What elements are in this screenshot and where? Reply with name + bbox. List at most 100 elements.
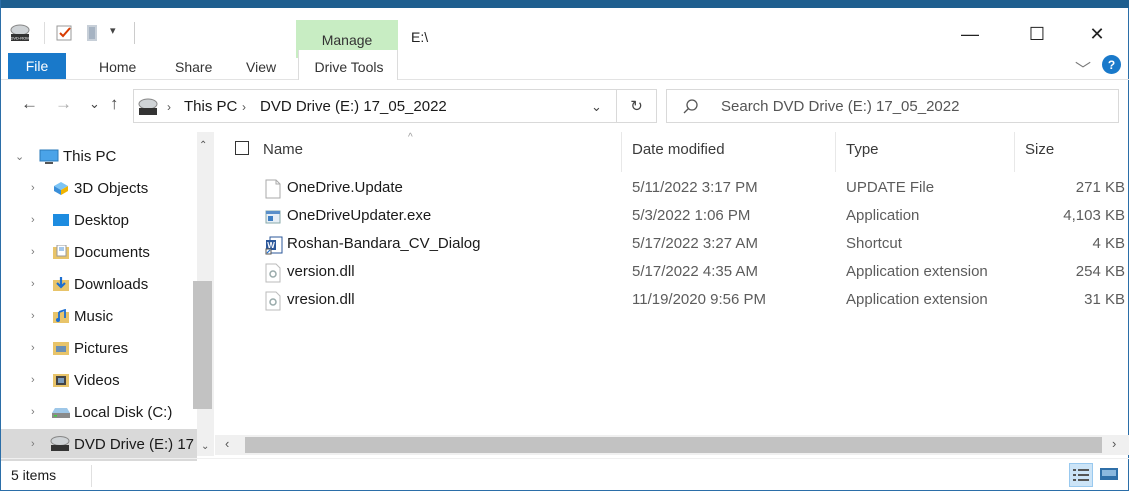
back-button[interactable]: ← [21, 94, 38, 114]
column-header-date-modified[interactable]: Date modified [632, 141, 725, 158]
tree-label-3d-objects: 3D Objects [74, 180, 149, 197]
file-type: Application extension [846, 263, 988, 280]
tab-drive-tools-label: Drive Tools [314, 59, 384, 75]
tree-item-desktop[interactable]: › Desktop [1, 205, 197, 237]
address-bar[interactable]: › This PC › DVD Drive (E:) 17_05_2022 ⌄ [133, 89, 617, 123]
file-row[interactable]: OneDriveUpdater.exe 5/3/2022 1:06 PM App… [259, 203, 1129, 231]
help-icon[interactable]: ? [1102, 55, 1121, 74]
tree-item-dvd-drive[interactable]: › DVD Drive (E:) 17 [1, 429, 197, 461]
minimize-icon: — [961, 23, 979, 44]
tree-item-videos[interactable]: › Videos [1, 365, 197, 397]
tree-item-this-pc[interactable]: ⌄ This PC [1, 141, 197, 173]
address-dropdown-icon[interactable]: ⌄ [591, 99, 602, 115]
3d-objects-icon [54, 182, 68, 195]
desktop-folder-icon [53, 214, 69, 226]
forward-button[interactable]: → [55, 94, 72, 114]
tab-share[interactable]: Share [175, 59, 212, 75]
scroll-down-icon[interactable]: ⌄ [201, 441, 209, 452]
tree-item-pictures[interactable]: › Pictures [1, 333, 197, 365]
scroll-left-icon[interactable]: ‹ [225, 436, 229, 451]
file-row[interactable]: vresion.dll 11/19/2020 9:56 PM Applicati… [259, 287, 1129, 315]
videos-folder-icon [53, 374, 69, 387]
tab-view[interactable]: View [246, 59, 276, 75]
tab-home[interactable]: Home [99, 59, 136, 75]
nav-pane-scroll-thumb[interactable] [193, 281, 212, 409]
customize-qa-dropdown-icon[interactable]: ▾ [110, 24, 116, 37]
tree-label-pictures: Pictures [74, 340, 129, 357]
select-all-checkbox[interactable] [235, 141, 249, 155]
qa-divider [44, 22, 45, 44]
search-placeholder: Search DVD Drive (E:) 17_05_2022 [721, 98, 960, 115]
svg-text:DVD-ROM: DVD-ROM [10, 36, 29, 41]
breadcrumb-dvd-drive[interactable]: DVD Drive (E:) 17_05_2022 [260, 98, 447, 115]
chevron-right-icon[interactable]: › [31, 310, 35, 322]
scroll-up-icon[interactable]: ⌃ [199, 140, 207, 151]
tree-item-3d-objects[interactable]: › 3D Objects [1, 173, 197, 205]
column-divider[interactable] [835, 132, 836, 172]
tree-label-music: Music [74, 308, 114, 325]
column-divider[interactable] [1014, 132, 1015, 172]
column-header-size[interactable]: Size [1025, 141, 1054, 158]
chevron-right-icon[interactable]: › [31, 374, 35, 386]
column-header-name[interactable]: Name [263, 141, 303, 158]
scroll-right-icon[interactable]: › [1112, 436, 1116, 451]
tree-item-local-disk[interactable]: › Local Disk (C:) [1, 397, 197, 429]
column-divider[interactable] [621, 132, 622, 172]
window-title: E:\ [411, 29, 429, 45]
file-row[interactable]: version.dll 5/17/2022 4:35 AM Applicatio… [259, 259, 1129, 287]
file-type: Application [846, 207, 920, 224]
tab-file[interactable]: File [8, 53, 66, 79]
tree-label-local-disk: Local Disk (C:) [74, 404, 173, 421]
file-size: 4,103 KB [1063, 207, 1125, 224]
details-view-icon [1073, 469, 1089, 481]
exe-file-icon [265, 210, 281, 224]
tree-label-downloads: Downloads [74, 276, 149, 293]
chevron-right-icon[interactable]: › [31, 342, 35, 354]
file-name: OneDriveUpdater.exe [287, 207, 432, 224]
file-date: 5/11/2022 3:17 PM [632, 179, 758, 196]
file-type: Application extension [846, 291, 988, 308]
recent-locations-dropdown[interactable]: ⌄ [89, 96, 100, 112]
navigation-pane: ⌄ This PC › 3D Objects › Desktop › Docum… [1, 132, 215, 461]
breadcrumb-this-pc[interactable]: This PC [184, 98, 237, 115]
search-box[interactable]: Search DVD Drive (E:) 17_05_2022 [666, 89, 1119, 123]
tree-item-documents[interactable]: › Documents [1, 237, 197, 269]
minimize-button[interactable]: — [947, 18, 993, 50]
chevron-right-icon[interactable]: › [31, 438, 35, 450]
downloads-folder-icon [53, 277, 69, 291]
new-folder-icon[interactable] [85, 24, 101, 42]
status-bar: 5 items [1, 458, 1129, 491]
file-row[interactable]: W Roshan-Bandara_CV_Dialog 5/17/2022 3:2… [259, 231, 1129, 259]
chevron-right-icon[interactable]: › [31, 406, 35, 418]
large-icons-view-button[interactable] [1097, 463, 1121, 487]
close-button[interactable]: ✕ [1074, 18, 1120, 50]
close-icon: ✕ [1089, 23, 1105, 44]
refresh-button[interactable]: ↻ [617, 89, 657, 123]
expand-ribbon-chevron-icon[interactable]: ﹀ [1075, 56, 1091, 80]
chevron-right-icon[interactable]: › [31, 278, 35, 290]
up-button[interactable]: ↑ [110, 94, 119, 114]
tab-drive-tools[interactable]: Drive Tools [298, 50, 398, 80]
column-header-type[interactable]: Type [846, 141, 879, 158]
file-type: Shortcut [846, 235, 902, 252]
details-view-button[interactable] [1069, 463, 1093, 487]
file-list-horizontal-scrollbar[interactable]: ‹ › [215, 435, 1129, 455]
file-size: 271 KB [1075, 179, 1125, 196]
tree-label-this-pc: This PC [63, 148, 117, 165]
file-date: 5/17/2022 3:27 AM [632, 235, 758, 252]
tree-item-downloads[interactable]: › Downloads [1, 269, 197, 301]
file-row[interactable]: OneDrive.Update 5/11/2022 3:17 PM UPDATE… [259, 175, 1129, 203]
chevron-right-icon[interactable]: › [31, 246, 35, 258]
chevron-right-icon[interactable]: › [31, 182, 35, 194]
file-list: ^ Name Date modified Type Size OneDrive.… [215, 132, 1129, 435]
title-bar: DVD-ROM ▾ Manage E:\ — ☐ ✕ [1, 8, 1129, 58]
chevron-down-icon[interactable]: ⌄ [15, 150, 24, 163]
file-name: OneDrive.Update [287, 179, 403, 196]
maximize-button[interactable]: ☐ [1014, 18, 1060, 50]
chevron-right-icon[interactable]: › [31, 214, 35, 226]
tree-item-music[interactable]: › Music [1, 301, 197, 333]
horizontal-scroll-thumb[interactable] [245, 437, 1102, 453]
properties-check-icon[interactable] [56, 24, 74, 42]
dvd-drive-icon[interactable]: DVD-ROM [9, 22, 31, 44]
tree-label-documents: Documents [74, 244, 150, 261]
